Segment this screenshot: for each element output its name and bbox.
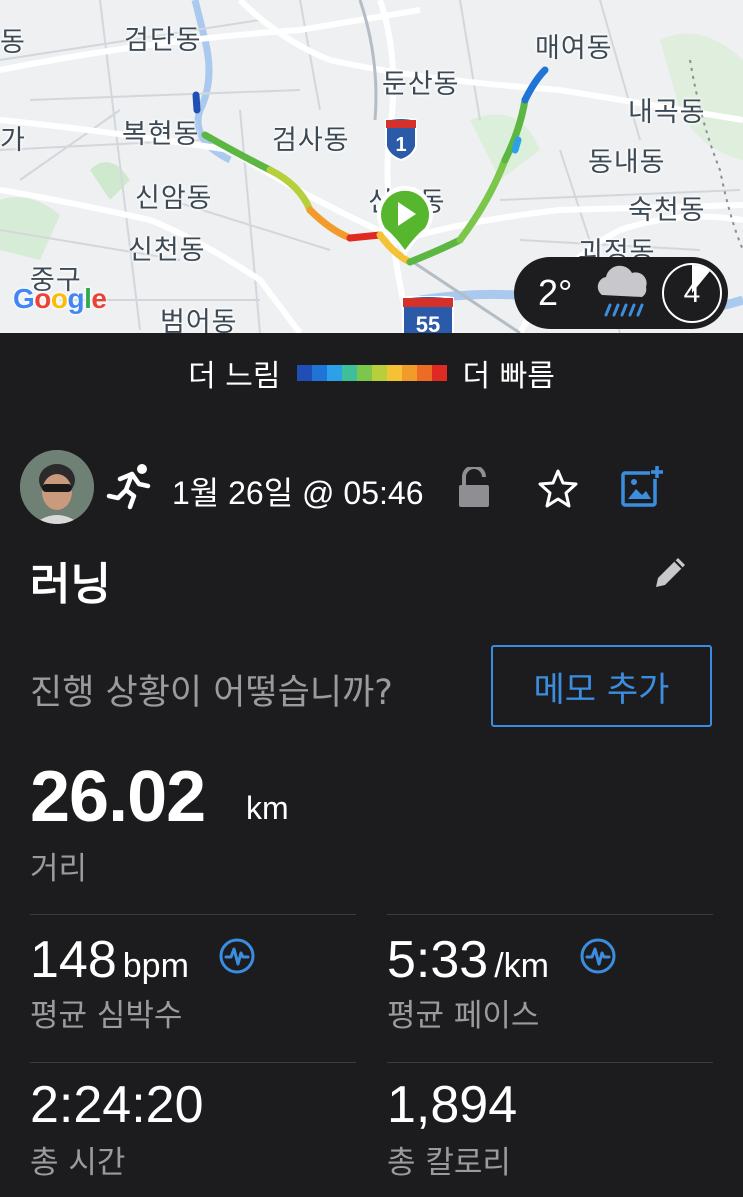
lap-count-badge: 4 bbox=[662, 263, 722, 323]
avatar[interactable] bbox=[20, 450, 94, 524]
distance-unit: km bbox=[246, 790, 289, 826]
total-calories-value: 1,894 bbox=[387, 1076, 518, 1134]
legend-color-swatch bbox=[356, 365, 372, 381]
map-label: 내곡동 bbox=[628, 97, 706, 128]
distance-value: 26.02 bbox=[30, 757, 206, 837]
legend-color-swatch bbox=[431, 365, 447, 381]
activity-header: 1월 26일 @ 05:46 bbox=[20, 450, 723, 526]
map-label: 검사동 bbox=[272, 125, 350, 156]
total-time-label: 총 시간 bbox=[30, 1145, 126, 1181]
pace-legend: 더 느림 더 빠름 bbox=[0, 333, 743, 413]
legend-color-swatch bbox=[311, 365, 327, 381]
map-label: 가 bbox=[0, 125, 26, 156]
map-label: 동내동 bbox=[588, 147, 666, 178]
legend-color-swatch bbox=[326, 365, 342, 381]
map-label: 검단동 bbox=[124, 25, 202, 56]
highway-shield-1: 1 bbox=[385, 118, 417, 162]
map-label: 동 bbox=[0, 27, 26, 58]
progress-prompt: 진행 상황이 어떻습니까? bbox=[30, 673, 393, 713]
legend-color-swatch bbox=[386, 365, 402, 381]
legend-color-swatch bbox=[341, 365, 357, 381]
avg-pace-label: 평균 페이스 bbox=[387, 998, 540, 1034]
distance-label: 거리 bbox=[30, 851, 88, 887]
map-label: 신천동 bbox=[128, 235, 206, 266]
highway-shield-55: 55 bbox=[402, 296, 454, 333]
edit-pencil-icon[interactable] bbox=[652, 553, 690, 591]
divider bbox=[30, 914, 356, 915]
divider bbox=[30, 1062, 356, 1063]
divider bbox=[387, 1062, 713, 1063]
map-label: 둔산동 bbox=[382, 69, 460, 100]
rain-cloud-icon bbox=[597, 265, 647, 317]
add-photo-icon[interactable] bbox=[620, 465, 664, 509]
route-map[interactable]: 동 검단동 매여동 둔산동 내곡동 가 복현동 검사동 동내동 신암동 신천동 … bbox=[0, 0, 743, 333]
avg-heart-rate-label: 평균 심박수 bbox=[30, 998, 183, 1034]
pace-gradient-bar bbox=[296, 365, 447, 381]
total-calories-label: 총 칼로리 bbox=[387, 1145, 511, 1181]
legend-slower-label: 더 느림 bbox=[188, 359, 281, 394]
divider bbox=[387, 914, 713, 915]
legend-color-swatch bbox=[296, 365, 312, 381]
legend-color-swatch bbox=[371, 365, 387, 381]
unlock-icon[interactable] bbox=[456, 467, 492, 509]
star-icon[interactable] bbox=[538, 468, 578, 508]
map-label: 복현동 bbox=[122, 119, 200, 150]
legend-faster-label: 더 빠름 bbox=[462, 359, 555, 394]
weather-temperature: 2° bbox=[538, 272, 573, 313]
legend-color-swatch bbox=[416, 365, 432, 381]
activity-date: 1월 26일 @ 05:46 bbox=[172, 475, 424, 511]
running-icon bbox=[106, 464, 151, 510]
map-label: 숙천동 bbox=[628, 195, 706, 226]
avg-heart-rate-value: 148 bpm bbox=[30, 931, 189, 989]
total-time-value: 2:24:20 bbox=[30, 1076, 204, 1134]
svg-text:55: 55 bbox=[416, 312, 440, 333]
map-label: 신암동 bbox=[135, 183, 213, 214]
activity-title: 러닝 bbox=[30, 559, 111, 610]
map-label: 매여동 bbox=[535, 33, 613, 64]
legend-color-swatch bbox=[401, 365, 417, 381]
pace-chart-icon[interactable] bbox=[579, 937, 617, 975]
add-memo-button[interactable]: 메모 추가 bbox=[491, 645, 712, 727]
avg-pace-value: 5:33/km bbox=[387, 931, 549, 989]
weather-badge[interactable]: 2° 4 bbox=[514, 257, 728, 329]
heart-rate-chart-icon[interactable] bbox=[218, 937, 256, 975]
map-label: 범어동 bbox=[160, 307, 238, 333]
google-logo: Google bbox=[13, 283, 107, 314]
start-marker-icon[interactable] bbox=[374, 186, 436, 258]
svg-text:1: 1 bbox=[395, 134, 406, 156]
